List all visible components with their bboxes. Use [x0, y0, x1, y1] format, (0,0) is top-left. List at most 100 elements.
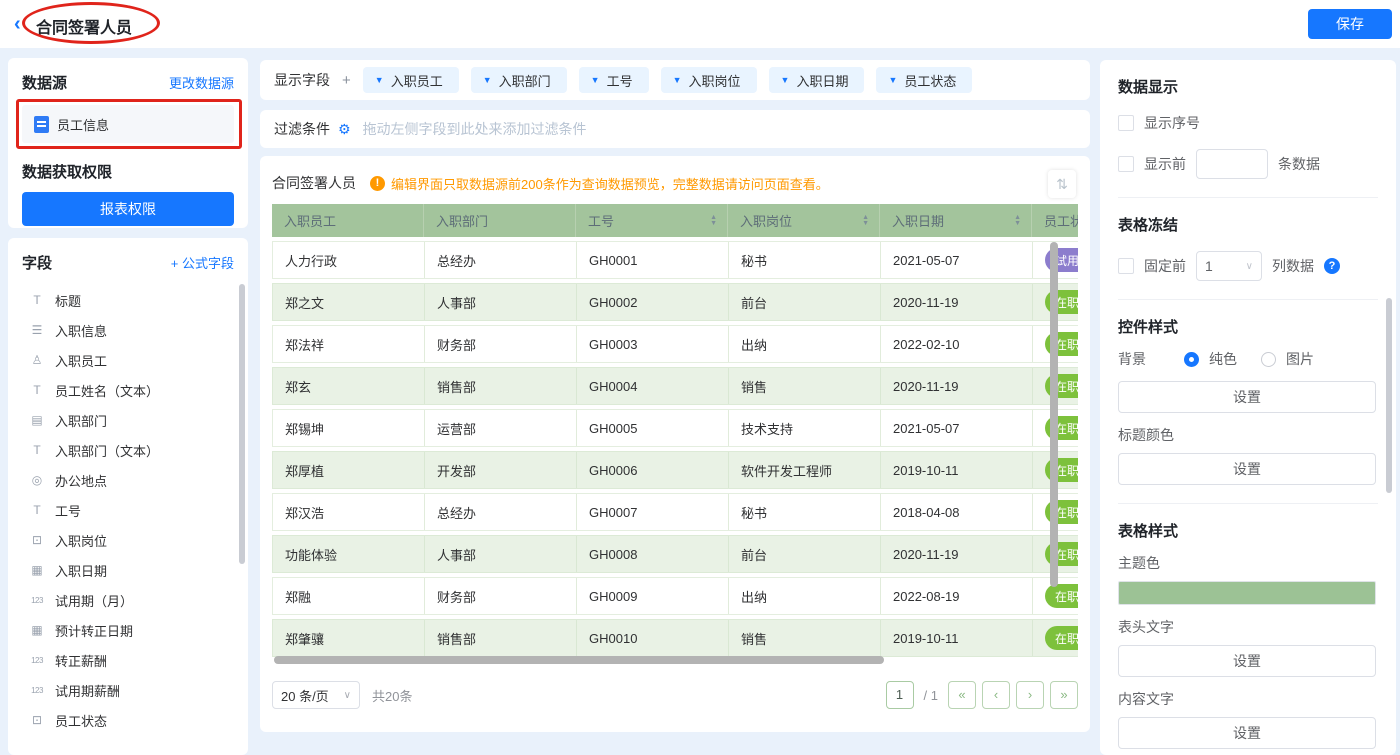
help-icon[interactable]: ?: [1324, 258, 1340, 274]
vertical-scrollbar[interactable]: [1050, 242, 1058, 587]
datasource-item-label: 员工信息: [57, 115, 109, 134]
field-item-title[interactable]: T标题: [22, 285, 234, 315]
last-page-button[interactable]: »: [1050, 681, 1078, 709]
column-header[interactable]: 工号▲▼: [576, 204, 728, 237]
display-field-chip[interactable]: ▼入职日期: [769, 67, 865, 93]
chevron-down-icon: ▼: [375, 75, 384, 85]
preview-warning: ! 编辑界面只取数据源前200条作为查询数据预览，完整数据请访问页面查看。: [370, 174, 829, 193]
number-icon: 123: [28, 596, 46, 605]
add-display-field-icon[interactable]: +: [342, 72, 351, 89]
table-row[interactable]: 郑肇骧销售部GH0010销售2019-10-11在职: [272, 619, 1078, 657]
table-row[interactable]: 郑厚植开发部GH0006软件开发工程师2019-10-11在职: [272, 451, 1078, 489]
field-item-onboard-date[interactable]: ▦入职日期: [22, 555, 234, 585]
show-index-checkbox[interactable]: [1118, 115, 1134, 131]
column-header[interactable]: 入职员工: [272, 204, 424, 237]
table-row[interactable]: 人力行政总经办GH0001秘书2021-05-07试用期: [272, 241, 1078, 279]
theme-color-swatch[interactable]: [1118, 581, 1376, 605]
column-header[interactable]: 入职岗位▲▼: [728, 204, 880, 237]
field-item-onboard-employee[interactable]: ♙入职员工: [22, 345, 234, 375]
datasource-item-employee-info[interactable]: 员工信息: [22, 105, 234, 143]
display-field-chip[interactable]: ▼员工状态: [876, 67, 972, 93]
panel-scrollbar[interactable]: [1386, 298, 1392, 493]
field-item-onboard-info[interactable]: ☰入职信息: [22, 315, 234, 345]
sort-order-icon[interactable]: ⇅: [1048, 170, 1076, 198]
freeze-count-select[interactable]: 1 ∨: [1196, 251, 1262, 281]
table-row[interactable]: 功能体验人事部GH0008前台2020-11-19在职: [272, 535, 1078, 573]
content-text-label: 内容文字: [1118, 689, 1378, 709]
table-row[interactable]: 郑融财务部GH0009出纳2022-08-19在职: [272, 577, 1078, 615]
next-page-button[interactable]: ›: [1016, 681, 1044, 709]
fields-scrollbar[interactable]: [239, 284, 245, 564]
header-text-set-button[interactable]: 设置: [1118, 645, 1376, 677]
chevron-down-icon: ▼: [888, 75, 897, 85]
widget-style-title: 控件样式: [1118, 316, 1378, 337]
show-first-label: 显示前: [1144, 154, 1186, 174]
status-badge: 在职: [1045, 584, 1078, 608]
row-count-input[interactable]: [1196, 149, 1268, 179]
filter-bar[interactable]: 过滤条件 ⚙ 拖动左侧字段到此处来添加过滤条件: [260, 110, 1090, 148]
table-row[interactable]: 郑汉浩总经办GH0007秘书2018-04-08在职: [272, 493, 1078, 531]
save-button[interactable]: 保存: [1308, 9, 1392, 39]
field-item-probation-salary[interactable]: 123试用期薪酬: [22, 675, 234, 705]
field-item-onboard-department[interactable]: ▤入职部门: [22, 405, 234, 435]
change-datasource-link[interactable]: 更改数据源: [169, 73, 234, 92]
display-field-chip[interactable]: ▼工号: [579, 67, 649, 93]
freeze-checkbox[interactable]: [1118, 258, 1134, 274]
field-item-expected-regular-date[interactable]: ▦预计转正日期: [22, 615, 234, 645]
display-fields-label: 显示字段: [274, 70, 330, 90]
table-row[interactable]: 郑玄销售部GH0004销售2020-11-19在职: [272, 367, 1078, 405]
table-style-title: 表格样式: [1118, 520, 1378, 541]
prev-page-button[interactable]: ‹: [982, 681, 1010, 709]
current-page-input[interactable]: 1: [886, 681, 914, 709]
field-item-onboard-department-text[interactable]: T入职部门（文本）: [22, 435, 234, 465]
divider: [1118, 299, 1378, 300]
permission-title: 数据获取权限: [22, 161, 234, 182]
first-page-button[interactable]: «: [948, 681, 976, 709]
field-item-probation-months[interactable]: 123试用期（月）: [22, 585, 234, 615]
display-field-chip[interactable]: ▼入职岗位: [661, 67, 757, 93]
document-icon: [34, 116, 49, 133]
horizontal-scrollbar[interactable]: [274, 656, 884, 664]
field-item-onboard-position[interactable]: ⊡入职岗位: [22, 525, 234, 555]
page-size-select[interactable]: 20 条/页 ∨: [272, 681, 360, 709]
text-icon: T: [28, 503, 46, 517]
chevron-down-icon: ▼: [673, 75, 682, 85]
display-field-chip[interactable]: ▼入职员工: [363, 67, 459, 93]
member-icon: ♙: [28, 353, 46, 367]
chevron-down-icon: ▼: [483, 75, 492, 85]
solid-color-label: 纯色: [1209, 349, 1237, 369]
title-color-set-button[interactable]: 设置: [1118, 453, 1376, 485]
fields-title: 字段: [22, 252, 52, 273]
datasource-title: 数据源: [22, 72, 67, 93]
back-chevron-icon[interactable]: ‹: [14, 12, 21, 36]
sort-arrows-icon[interactable]: ▲▼: [710, 215, 717, 227]
content-text-set-button[interactable]: 设置: [1118, 717, 1376, 749]
background-set-button[interactable]: 设置: [1118, 381, 1376, 413]
sort-arrows-icon[interactable]: ▲▼: [862, 215, 869, 227]
table-row[interactable]: 郑法祥财务部GH0003出纳2022-02-10在职: [272, 325, 1078, 363]
add-formula-field-link[interactable]: + 公式字段: [171, 253, 234, 272]
show-first-checkbox[interactable]: [1118, 156, 1134, 172]
field-item-employee-name-text[interactable]: T员工姓名（文本）: [22, 375, 234, 405]
data-display-title: 数据显示: [1118, 76, 1378, 97]
display-field-chip[interactable]: ▼入职部门: [471, 67, 567, 93]
table-row[interactable]: 郑之文人事部GH0002前台2020-11-19在职: [272, 283, 1078, 321]
gear-icon[interactable]: ⚙: [338, 121, 351, 138]
field-item-office-location[interactable]: ◎办公地点: [22, 465, 234, 495]
column-header[interactable]: 入职日期▲▼: [880, 204, 1032, 237]
field-item-employee-status[interactable]: ⊡员工状态: [22, 705, 234, 735]
department-icon: ▤: [28, 413, 46, 427]
field-item-employee-id[interactable]: T工号: [22, 495, 234, 525]
table-row[interactable]: 郑锡坤运营部GH0005技术支持2021-05-07在职: [272, 409, 1078, 447]
column-header[interactable]: 入职部门: [424, 204, 576, 237]
chevron-down-icon: ∨: [1246, 261, 1253, 272]
sort-arrows-icon[interactable]: ▲▼: [1014, 215, 1021, 227]
column-header[interactable]: 员工状态: [1032, 204, 1078, 237]
show-index-label: 显示序号: [1144, 113, 1200, 133]
image-radio[interactable]: [1261, 352, 1276, 367]
solid-color-radio[interactable]: [1184, 352, 1199, 367]
datasource-card: 数据源 更改数据源 员工信息 数据获取权限 报表权限: [8, 58, 248, 228]
field-item-regular-salary[interactable]: 123转正薪酬: [22, 645, 234, 675]
report-permission-button[interactable]: 报表权限: [22, 192, 234, 226]
fix-prefix-label: 固定前: [1144, 256, 1186, 276]
